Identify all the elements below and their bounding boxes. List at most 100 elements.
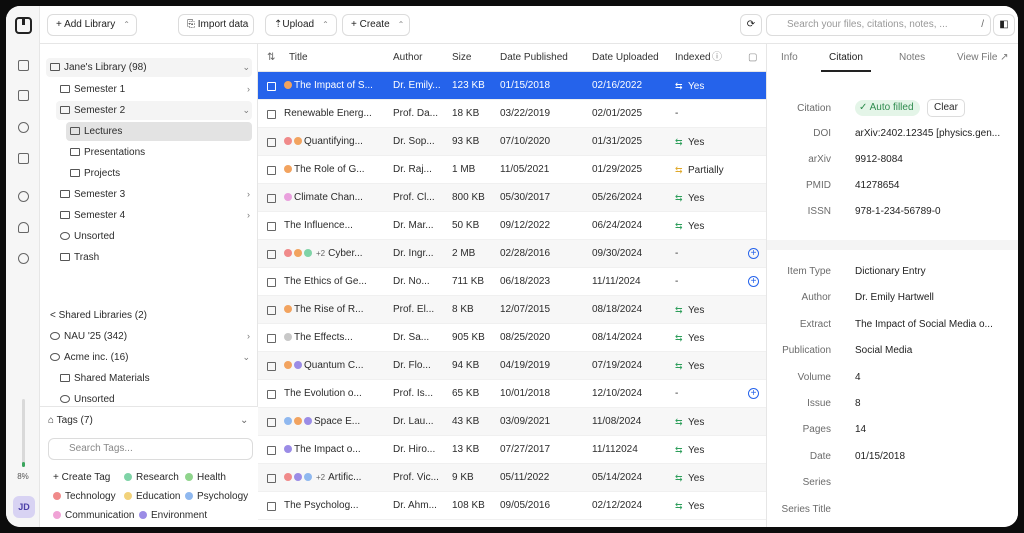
- table-row[interactable]: The Effects... Dr. Sa... 905 KB 08/25/2020 0…: [258, 324, 766, 352]
- table-row[interactable]: The Ethics of Ge... Dr. No... 711 KB 06/18/…: [258, 268, 766, 296]
- library-icon[interactable]: [18, 90, 29, 101]
- table-row[interactable]: Climate Chan... Prof. Cl... 800 KB 05/30/20…: [258, 184, 766, 212]
- field-value[interactable]: arXiv:2402.12345 [physics.gen...: [855, 128, 1007, 139]
- create-button[interactable]: + Create ⌃: [342, 14, 410, 36]
- sidebar-item-unsorted[interactable]: Unsorted: [60, 227, 115, 246]
- sidebar-item-presentations[interactable]: Presentations: [70, 143, 145, 162]
- sidebar-item-shared-materials[interactable]: Shared Materials: [60, 369, 150, 388]
- settings-icon[interactable]: [18, 253, 29, 264]
- field-value[interactable]: 01/15/2018: [855, 451, 1007, 462]
- sync-button[interactable]: ⟳: [740, 14, 762, 36]
- add-library-button[interactable]: + Add Library ⌃: [47, 14, 137, 36]
- tab-info[interactable]: Info: [781, 44, 798, 72]
- tag-technology[interactable]: Technology: [53, 490, 116, 504]
- import-data-button[interactable]: ⎘ Import data: [178, 14, 254, 36]
- field-value[interactable]: 4: [855, 372, 1007, 383]
- tag-research[interactable]: Research: [124, 471, 179, 485]
- rocket-icon[interactable]: [18, 222, 29, 233]
- add-index-icon[interactable]: +: [748, 276, 759, 287]
- tag-environment[interactable]: Environment: [139, 509, 207, 523]
- column-indexed[interactable]: Indexed: [675, 44, 711, 72]
- sidebar-item-acme-inc[interactable]: Acme inc. (16) ⌄: [50, 348, 250, 367]
- cell-date-published: 10/01/2018: [500, 388, 551, 399]
- tag-dot: [284, 249, 292, 257]
- column-date-published[interactable]: Date Published: [500, 44, 568, 72]
- field-value[interactable]: Social Media: [855, 345, 1007, 356]
- add-index-icon[interactable]: +: [748, 248, 759, 259]
- tags-header[interactable]: ⌂ Tags (7): [48, 411, 93, 430]
- tag-communication[interactable]: Communication: [53, 509, 134, 523]
- field-value[interactable]: The Impact of Social Media o...: [855, 319, 1007, 330]
- shared-libraries-header[interactable]: < Shared Libraries (2): [50, 306, 147, 325]
- table-row[interactable]: Renewable Energ... Prof. Da... 18 KB 03/22/…: [258, 100, 766, 128]
- tag-label: Environment: [151, 510, 208, 521]
- documents-icon[interactable]: [18, 60, 29, 71]
- field-value[interactable]: Dr. Emily Hartwell: [855, 292, 1007, 303]
- create-tag-button[interactable]: + Create Tag: [53, 471, 110, 485]
- column-title[interactable]: Title: [289, 44, 308, 72]
- field-value[interactable]: Dictionary Entry: [855, 266, 1007, 277]
- sidebar-item-janes-library[interactable]: Jane's Library (98) ⌄: [50, 58, 250, 77]
- library-name: Jane's Library: [64, 62, 126, 73]
- sidebar-item-nau-25[interactable]: NAU '25 (342) ›: [50, 327, 250, 346]
- add-index-icon[interactable]: +: [748, 388, 759, 399]
- table-row[interactable]: The Role of G... Dr. Raj... 1 MB 11/05/2021…: [258, 156, 766, 184]
- tag-psychology[interactable]: Psychology: [185, 490, 248, 504]
- table-row[interactable]: +2 Cyber... Dr. Ingr... 2 MB 02/28/2016 09/30…: [258, 240, 766, 268]
- column-author[interactable]: Author: [393, 44, 422, 72]
- help-icon[interactable]: ⓘ: [712, 44, 722, 72]
- sort-icon[interactable]: ⇅: [267, 44, 275, 72]
- table-row[interactable]: The Evolution o... Prof. Is... 65 KB 10/01/…: [258, 380, 766, 408]
- table-row[interactable]: Quantum C... Dr. Flo... 94 KB 04/19/2019 07/…: [258, 352, 766, 380]
- column-menu-icon[interactable]: ▢: [748, 44, 757, 72]
- table-row[interactable]: The Psycholog... Dr. Ahm... 108 KB 09/05/20…: [258, 492, 766, 520]
- toggle-panel-button[interactable]: ◧: [993, 14, 1015, 36]
- column-date-uploaded[interactable]: Date Uploaded: [592, 44, 659, 72]
- users-icon[interactable]: [18, 191, 29, 202]
- field-value[interactable]: 9912-8084: [855, 154, 1007, 165]
- tag-education[interactable]: Education: [124, 490, 180, 504]
- collapse-tags-icon[interactable]: ⌄: [240, 411, 248, 430]
- indexed-text: Partially: [688, 165, 724, 176]
- external-link-icon: ↗: [1000, 52, 1009, 63]
- search-input[interactable]: Search your files, citations, notes, ...…: [766, 14, 991, 36]
- sidebar-item-semester-1[interactable]: Semester 1 ›: [60, 80, 250, 99]
- cell-author: Prof. Vic...: [393, 472, 439, 483]
- user-avatar[interactable]: JD: [13, 496, 35, 518]
- chat-icon[interactable]: [18, 122, 29, 133]
- tab-notes[interactable]: Notes: [899, 44, 925, 72]
- table-row[interactable]: The Influence... Dr. Mar... 50 KB 09/12/202…: [258, 212, 766, 240]
- tag-dot: [284, 361, 292, 369]
- section-divider: [767, 240, 1018, 250]
- table-row[interactable]: Space E... Dr. Lau... 43 KB 03/09/2021 11/08…: [258, 408, 766, 436]
- sidebar-item-projects[interactable]: Projects: [70, 164, 120, 183]
- table-row[interactable]: +2 Artific... Prof. Vic... 9 KB 05/11/2022 05…: [258, 464, 766, 492]
- table-row[interactable]: Quantifying... Dr. Sop... 93 KB 07/10/2020 0…: [258, 128, 766, 156]
- table-row[interactable]: The Impact of S... Dr. Emily... 123 KB 01/1…: [258, 72, 766, 100]
- sidebar-item-semester-4[interactable]: Semester 4 ›: [60, 206, 250, 225]
- table-row[interactable]: The Rise of R... Prof. El... 8 KB 12/07/201…: [258, 296, 766, 324]
- sidebar-item-trash[interactable]: Trash: [60, 248, 99, 267]
- field-value[interactable]: 14: [855, 424, 1007, 435]
- field-value[interactable]: 8: [855, 398, 1007, 409]
- tags-search-input[interactable]: Search Tags...: [48, 438, 253, 460]
- title-text: Artific...: [328, 472, 362, 483]
- table-row[interactable]: The Impact o... Dr. Hiro... 13 KB 07/27/201…: [258, 436, 766, 464]
- cell-indexed: ⇆ Yes: [675, 352, 745, 380]
- field-value[interactable]: 978-1-234-56789-0: [855, 206, 1007, 217]
- cell-date-uploaded: 09/30/2024: [592, 248, 643, 259]
- cell-author: Prof. El...: [393, 304, 435, 315]
- sidebar-item-lectures[interactable]: Lectures: [70, 122, 122, 141]
- grid-icon[interactable]: [18, 153, 29, 164]
- tab-view-file[interactable]: View File ↗: [957, 44, 1009, 72]
- tag-health[interactable]: Health: [185, 471, 226, 485]
- cell-indexed: ⇆ Yes: [675, 464, 745, 492]
- sidebar-item-semester-2[interactable]: Semester 2 ⌄: [60, 101, 250, 120]
- clear-button[interactable]: Clear: [927, 99, 965, 117]
- upload-button[interactable]: ⇡Upload ⌃: [265, 14, 337, 36]
- column-size[interactable]: Size: [452, 44, 471, 72]
- tab-citation[interactable]: Citation: [821, 44, 871, 72]
- view-file-label: View File: [957, 52, 998, 63]
- field-value[interactable]: 41278654: [855, 180, 1007, 191]
- sidebar-item-semester-3[interactable]: Semester 3 ›: [60, 185, 250, 204]
